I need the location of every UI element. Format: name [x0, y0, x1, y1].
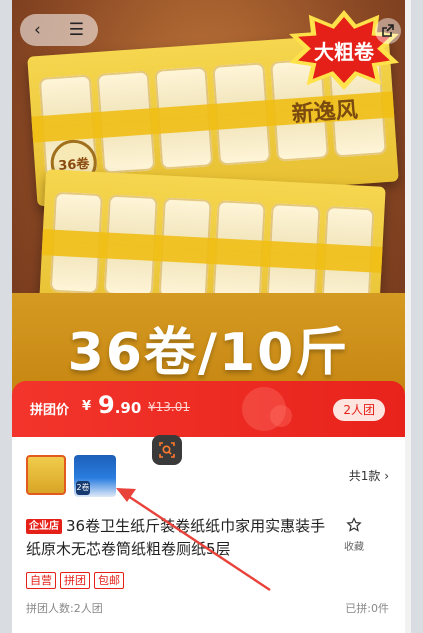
sold-count-text: 已拼:0件 [345, 602, 389, 615]
right-margin [411, 0, 423, 633]
image-search-icon[interactable] [152, 435, 182, 465]
pack-brand: 新逸风 [290, 96, 359, 128]
nav-pill: ‹ ☰ [20, 14, 98, 46]
price-bar: 拼团价 ¥ 9.90 ¥13.01 2人团 [12, 381, 405, 437]
variant-thumbnail-2[interactable]: 2卷 [74, 455, 116, 497]
menu-icon[interactable]: ☰ [69, 21, 84, 39]
original-price: ¥13.01 [148, 400, 190, 414]
service-tags: 自营 拼团 包邮 [26, 572, 124, 589]
group-size-badge: 2人团 [333, 399, 385, 421]
group-price-label: 拼团价 [30, 403, 70, 418]
star-icon [346, 517, 362, 532]
group-count-text: 拼团人数:2人团 [26, 602, 103, 615]
favorite-label: 收藏 [344, 542, 364, 553]
currency-symbol: ¥ [82, 399, 92, 414]
favorite-button[interactable]: 收藏 [339, 517, 369, 553]
tag-group-buy: 拼团 [60, 572, 90, 589]
product-title: 企业店 36卷卫生纸斤装卷纸纸巾家用实惠装手纸原木无芯卷筒纸粗卷厕纸5层 [26, 517, 326, 558]
tag-self-operated: 自营 [26, 572, 56, 589]
product-info-card: 2卷 共1款 › 企业店 36卷卫生纸斤装卷纸纸巾家用实惠装手纸原木无芯卷筒纸粗卷… [12, 435, 405, 633]
volume-text: 36卷/10斤 [67, 323, 350, 383]
price-amount: 9.90 [98, 391, 142, 419]
variant-count-link[interactable]: 共1款 › [349, 467, 389, 484]
product-image[interactable]: 新逸风 36卷 36卷/10斤 大粗卷 [12, 0, 405, 393]
tag-free-shipping: 包邮 [94, 572, 124, 589]
share-icon[interactable] [375, 18, 401, 44]
enterprise-shop-tag: 企业店 [26, 519, 62, 534]
chevron-left-icon[interactable]: ‹ [34, 21, 41, 39]
variant-thumbnail-1[interactable] [26, 455, 66, 495]
left-margin [0, 0, 12, 633]
